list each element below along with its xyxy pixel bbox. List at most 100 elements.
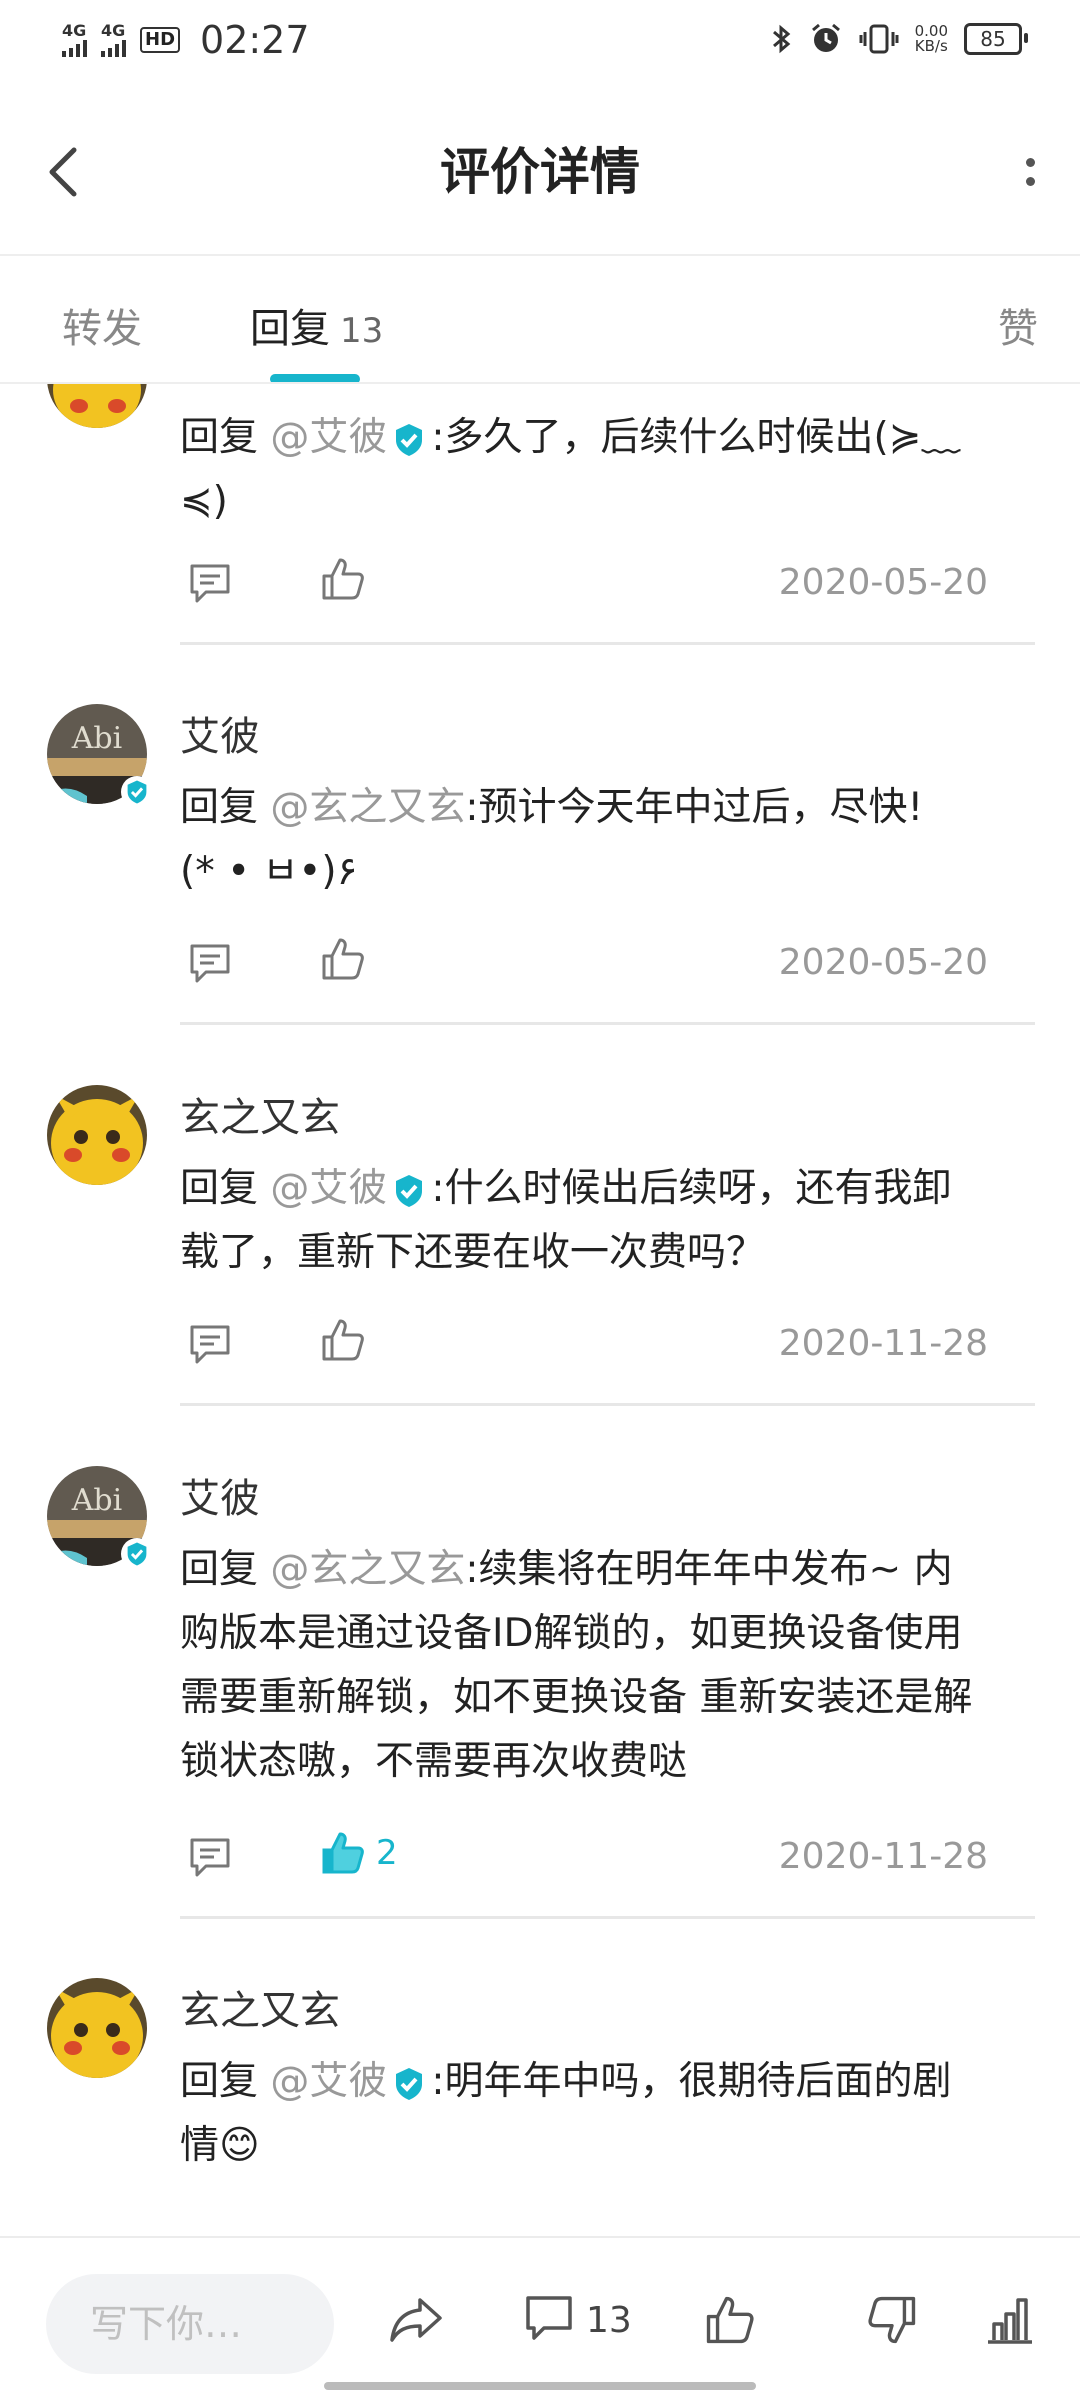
status-bar: 4G 4G HD 02:27 0.00 KB/s 85	[0, 0, 1080, 84]
username[interactable]: 玄之又玄	[180, 1085, 340, 1143]
reply-text-line: 锁状态嗷，不需要再次收费哒	[180, 1739, 688, 1784]
username[interactable]: 艾彼	[180, 704, 260, 762]
home-indicator[interactable]	[324, 2382, 756, 2390]
thumbs-up-icon[interactable]	[704, 2294, 756, 2346]
reply-prefix: 回复	[180, 1547, 271, 1592]
stats-icon[interactable]	[984, 2294, 1036, 2346]
reply-prefix: 回复	[180, 415, 271, 460]
battery-level: 85	[980, 27, 1006, 51]
tab-label: 回复	[250, 306, 330, 352]
mention-link[interactable]: @玄之又玄	[270, 785, 465, 830]
reply-prefix: 回复	[180, 2059, 271, 2104]
comment-icon[interactable]	[524, 2294, 574, 2342]
mention-link[interactable]: @艾彼	[270, 2059, 387, 2104]
reply-text-line: :续集将在明年年中发布~ 内	[465, 1547, 953, 1592]
avatar[interactable]	[47, 1978, 147, 2078]
mention-link[interactable]: @艾彼	[270, 1166, 387, 1211]
signal-1: 4G	[62, 23, 87, 57]
reply-text: 回复 @艾彼 :明年年中吗，很期待后面的剧情😊	[180, 2050, 1030, 2178]
reply-input-placeholder: 写下你…	[90, 2302, 243, 2346]
vibrate-icon	[859, 24, 899, 54]
reply-date: 2020-11-28	[778, 1323, 988, 1364]
clock: 02:27	[200, 18, 310, 62]
reply-text: 回复 @玄之又玄:续集将在明年年中发布~ 内购版本是通过设备ID解锁的，如更换设…	[180, 1538, 1030, 1794]
reply-actions: 2 2020-11-28	[180, 1830, 1030, 1890]
username[interactable]: 玄之又玄	[180, 1978, 340, 2036]
reply-text-line: 购版本是通过设备ID解锁的，如更换设备使用	[180, 1611, 963, 1656]
comment-icon[interactable]	[188, 1323, 232, 1367]
title-bar: 评价详情	[0, 84, 1080, 254]
like-button[interactable]: 2	[320, 1830, 398, 1876]
thumbs-up-icon	[322, 938, 364, 980]
reply-date: 2020-11-28	[778, 1836, 988, 1877]
reply-list[interactable]: 回复 @艾彼:多久了，后续什么时候出(≽﹏ ≼) 2020-05-20 Abi 艾	[0, 384, 1080, 2234]
thumbs-down-icon[interactable]	[866, 2294, 918, 2346]
page-title: 评价详情	[440, 143, 640, 201]
reply-text: 回复 @玄之又玄:预计今天年中过后，尽快! (* • ㅂ•)۶	[180, 776, 1030, 904]
tab-count: 13	[340, 311, 384, 351]
like-button[interactable]	[320, 936, 376, 982]
thumbs-up-icon	[322, 1319, 364, 1361]
reply-text-line: ≼)	[180, 479, 228, 524]
avatar[interactable]	[47, 1085, 147, 1185]
comment-icon[interactable]	[188, 942, 232, 986]
network-type-2: 4G	[101, 21, 126, 40]
reply-actions: 2020-05-20	[180, 936, 1030, 996]
hd-voice-badge: HD	[140, 27, 181, 53]
pikachu-avatar-icon	[47, 1085, 147, 1185]
verified-icon	[127, 780, 147, 804]
reply-prefix: 回复	[180, 785, 271, 830]
reply-text-line: 需要重新解锁，如不更换设备 重新安装还是解	[180, 1675, 973, 1720]
share-icon[interactable]	[388, 2294, 444, 2346]
reply-text-line: (* • ㅂ•)۶	[180, 849, 358, 894]
reply-text: 回复 @艾彼:什么时候出后续呀，还有我卸 载了，重新下还要在收一次费吗？	[180, 1157, 1030, 1285]
verified-badge	[121, 1538, 153, 1570]
verified-badge	[121, 776, 153, 808]
tab-likes[interactable]: 赞	[998, 296, 1038, 354]
thumbs-up-filled-icon	[322, 1832, 364, 1874]
verified-icon	[127, 1542, 147, 1566]
avatar[interactable]	[47, 384, 147, 428]
separator	[180, 642, 1035, 645]
avatar-text: Abi	[71, 721, 122, 756]
mention-link[interactable]: @玄之又玄	[270, 1547, 465, 1592]
network-type-1: 4G	[62, 21, 87, 40]
like-button[interactable]	[320, 556, 376, 602]
signal-2: 4G	[101, 23, 126, 57]
avatar-text: Abi	[71, 1483, 122, 1518]
pikachu-avatar-icon	[47, 384, 147, 428]
like-button[interactable]	[320, 1317, 376, 1363]
reply-text-line: :多久了，后续什么时候出(≽﹏	[431, 415, 961, 460]
signal-bars-icon	[101, 39, 126, 57]
reply-text-line: :预计今天年中过后，尽快!	[465, 785, 924, 830]
verified-icon	[396, 1174, 423, 1207]
comment-icon[interactable]	[188, 1836, 232, 1880]
tab-replies[interactable]: 回复 13	[250, 296, 383, 354]
more-options-icon[interactable]	[1010, 142, 1050, 202]
comment-count: 13	[586, 2300, 632, 2341]
separator	[180, 1403, 1035, 1406]
reply-text-line: 情😊	[180, 2123, 260, 2168]
tab-label: 赞	[998, 306, 1038, 352]
signal-bars-icon	[62, 39, 87, 57]
reply-text: 回复 @艾彼 :多久了，后续什么时候出(≽﹏ ≼)	[180, 406, 1030, 534]
tab-bar: 转发 回复 13 赞	[0, 256, 1080, 384]
separator	[180, 1916, 1035, 1919]
mention-link[interactable]: @艾彼	[270, 415, 387, 460]
like-count: 2	[376, 1833, 398, 1873]
pikachu-avatar-icon	[47, 1978, 147, 2078]
avatar[interactable]: Abi	[47, 704, 153, 808]
reply-text-line: :明年年中吗，很期待后面的剧	[431, 2059, 952, 2104]
username[interactable]: 艾彼	[180, 1466, 260, 1524]
reply-text-line: 载了，重新下还要在收一次费吗？	[180, 1230, 766, 1275]
reply-prefix: 回复	[180, 1166, 271, 1211]
comment-icon[interactable]	[188, 562, 232, 606]
net-speed: 0.00 KB/s	[915, 24, 948, 54]
reply-actions: 2020-11-28	[180, 1317, 1030, 1377]
net-speed-unit: KB/s	[914, 37, 948, 55]
reply-input[interactable]: 写下你…	[46, 2274, 334, 2374]
thumbs-up-icon	[322, 558, 364, 600]
reply-date: 2020-05-20	[778, 942, 988, 983]
avatar[interactable]: Abi	[47, 1466, 153, 1570]
tab-forward[interactable]: 转发	[62, 296, 142, 354]
